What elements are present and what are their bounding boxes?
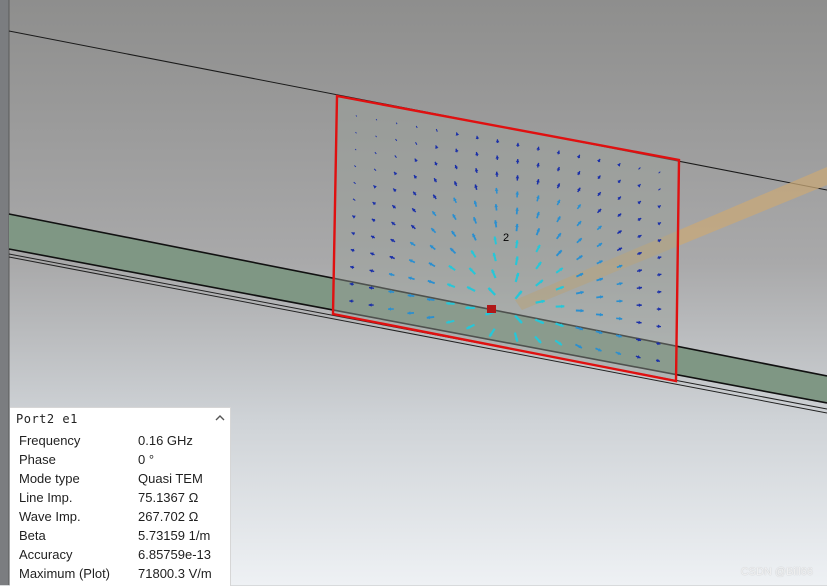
info-label: Wave Imp. xyxy=(19,507,138,526)
info-row-phase: Phase 0 ° xyxy=(19,450,227,469)
info-row-wave-imp: Wave Imp. 267.702 Ω xyxy=(19,507,227,526)
info-label: Line Imp. xyxy=(19,488,138,507)
viewport-left-edge xyxy=(0,0,9,585)
info-value: 75.1367 Ω xyxy=(138,488,198,507)
info-value: 6.85759e-13 xyxy=(138,545,211,564)
info-label: Mode type xyxy=(19,469,138,488)
info-label: Accuracy xyxy=(19,545,138,564)
port-center-marker xyxy=(487,305,496,313)
info-panel-rows: Frequency 0.16 GHz Phase 0 ° Mode type Q… xyxy=(19,431,227,583)
info-row-maximum-plot: Maximum (Plot) 71800.3 V/m xyxy=(19,564,227,583)
info-label: Beta xyxy=(19,526,138,545)
info-row-beta: Beta 5.73159 1/m xyxy=(19,526,227,545)
info-panel-title: Port2 e1 xyxy=(16,412,78,426)
info-row-accuracy: Accuracy 6.85759e-13 xyxy=(19,545,227,564)
chevron-up-icon[interactable] xyxy=(213,411,227,425)
info-label: Maximum (Plot) xyxy=(19,564,138,583)
info-row-mode-type: Mode type Quasi TEM xyxy=(19,469,227,488)
info-value: 0 ° xyxy=(138,450,154,469)
port-number-label: 2 xyxy=(503,232,509,244)
info-value: 5.73159 1/m xyxy=(138,526,210,545)
info-label: Phase xyxy=(19,450,138,469)
info-value: 267.702 Ω xyxy=(138,507,198,526)
info-value: 71800.3 V/m xyxy=(138,564,212,583)
info-row-frequency: Frequency 0.16 GHz xyxy=(19,431,227,450)
port-info-panel: Port2 e1 Frequency 0.16 GHz Phase 0 ° Mo… xyxy=(10,407,231,586)
info-value: 0.16 GHz xyxy=(138,431,193,450)
info-value: Quasi TEM xyxy=(138,469,203,488)
watermark-text: CSDN @Bill66 xyxy=(741,566,813,578)
info-label: Frequency xyxy=(19,431,138,450)
info-row-line-imp: Line Imp. 75.1367 Ω xyxy=(19,488,227,507)
